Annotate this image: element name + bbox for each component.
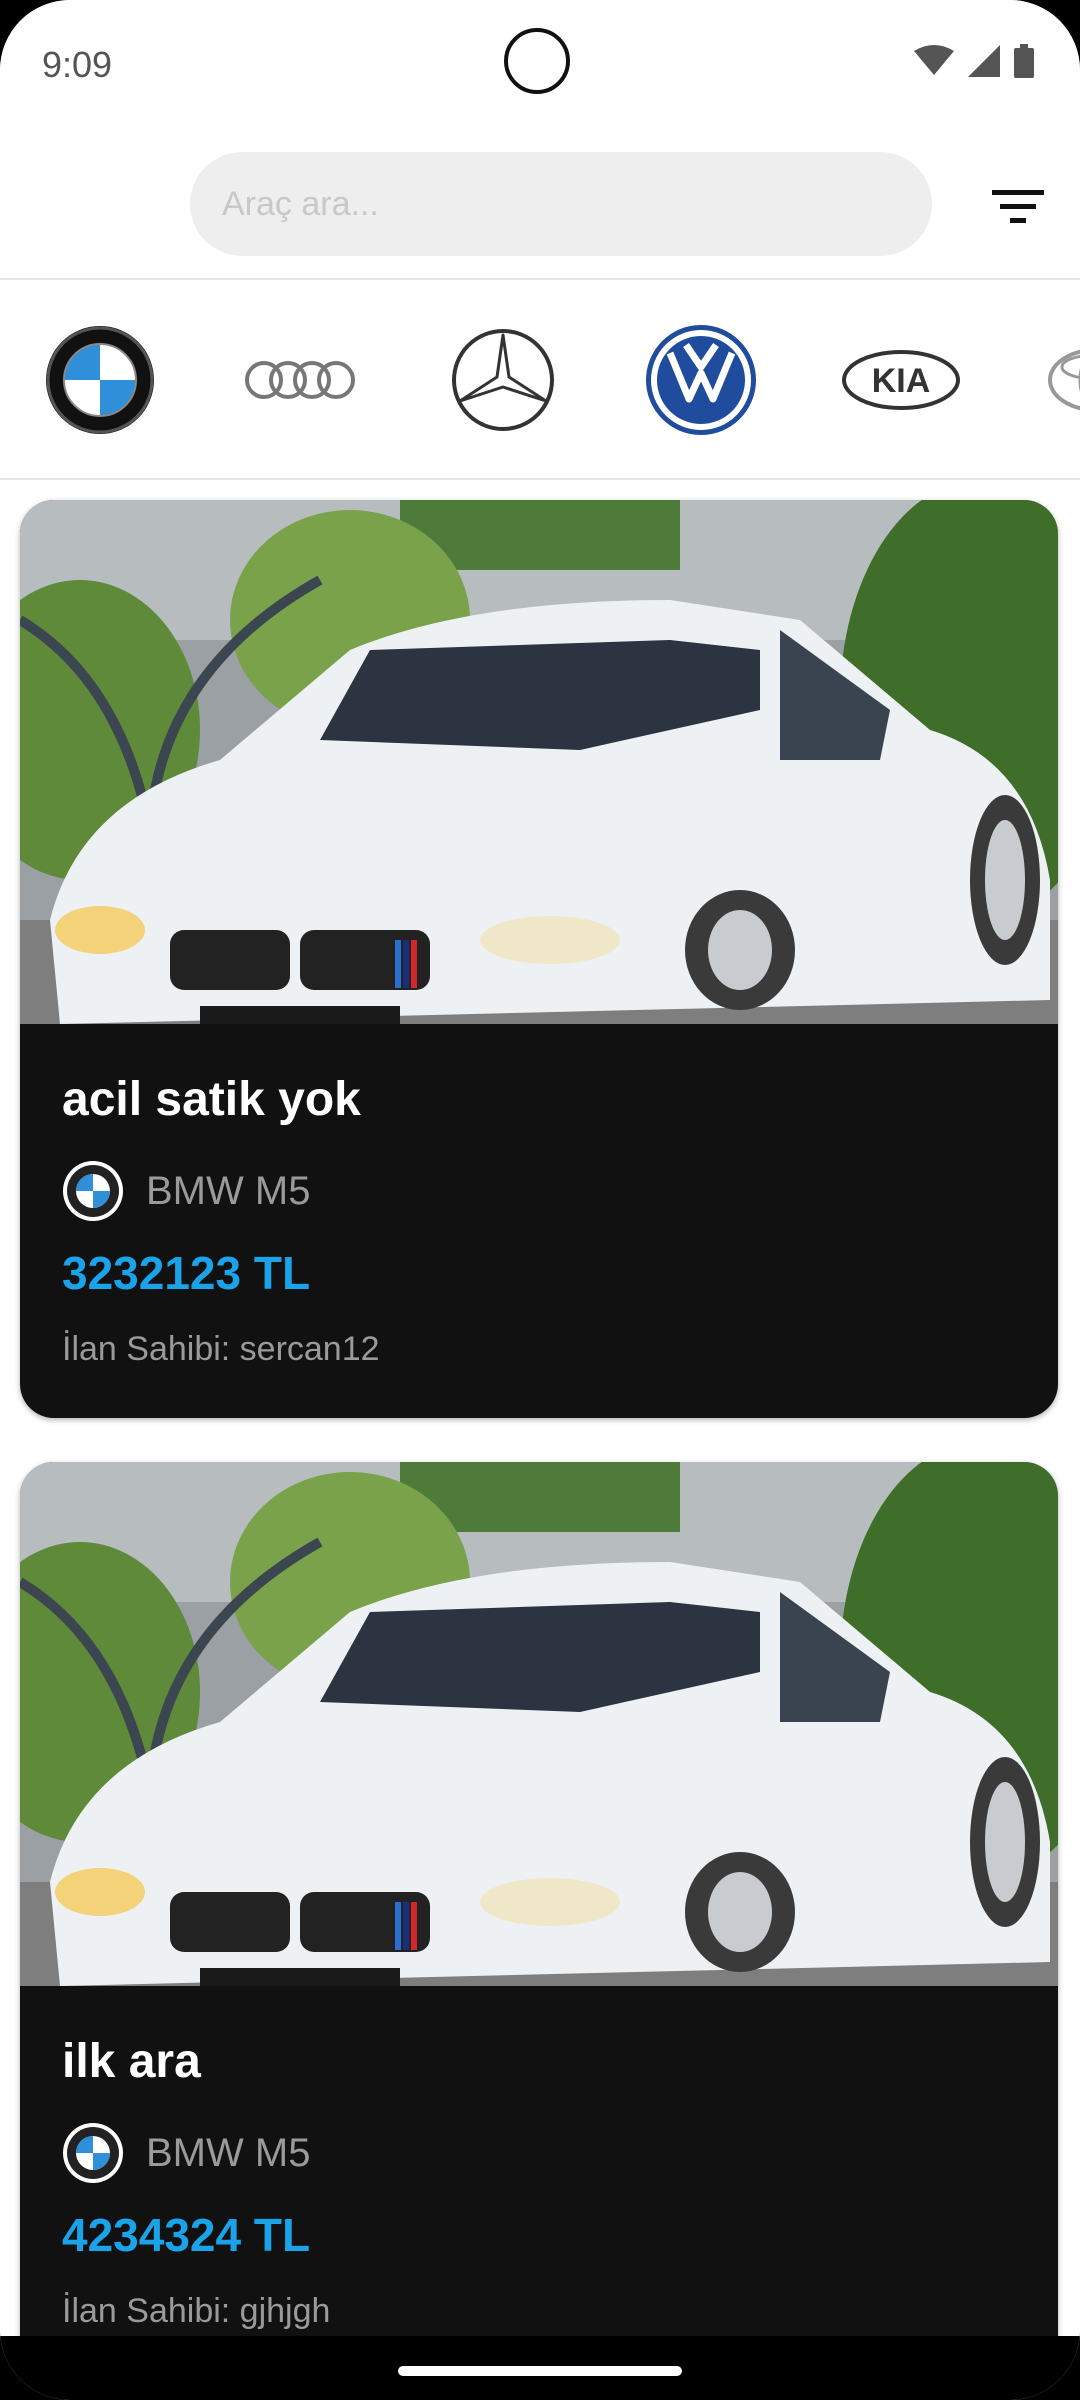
- home-indicator[interactable]: [398, 2366, 682, 2376]
- listing-info: ilk ara BMW M5 4234324 TL İlan Sahibi: g…: [20, 1986, 1058, 2380]
- listing-title: acil satik yok: [62, 1073, 361, 1126]
- listing-owner: İlan Sahibi: sercan12: [62, 1330, 380, 1368]
- audi-logo-icon: [245, 361, 355, 399]
- car-photo: [20, 1462, 1058, 1986]
- bmw-logo-icon: [63, 2123, 123, 2183]
- brand-audi[interactable]: [240, 320, 360, 440]
- status-bar: 9:09: [0, 0, 1080, 130]
- filter-icon[interactable]: [990, 184, 1046, 228]
- model-row: BMW M5: [62, 1160, 310, 1222]
- brand-bmw[interactable]: [42, 320, 158, 440]
- listing-price: 4234324 TL: [62, 2209, 311, 2261]
- status-icons: [914, 44, 1034, 78]
- brand-kia[interactable]: KIA: [840, 320, 962, 440]
- listing-card[interactable]: ilk ara BMW M5 4234324 TL İlan Sahibi: g…: [20, 1462, 1058, 2380]
- listing-card[interactable]: acil satik yok BMW M5 3232123 TL İlan Sa…: [20, 500, 1058, 1418]
- listing-model: BMW M5: [146, 1168, 311, 1213]
- search-bar[interactable]: [190, 152, 932, 256]
- brand-volkswagen[interactable]: [642, 320, 760, 440]
- car-photo: [20, 500, 1058, 1024]
- bmw-logo-icon: [46, 326, 154, 434]
- volkswagen-logo-icon: [646, 325, 756, 435]
- signal-icon: [968, 45, 1000, 77]
- status-time: 9:09: [42, 44, 113, 85]
- front-camera: [504, 28, 570, 94]
- brand-filter-row: KIA: [0, 280, 1080, 480]
- phone-screen: 9:09 Araç ara... KIA acil satik yok BMW …: [0, 0, 1080, 2400]
- listing-feed: acil satik yok BMW M5 3232123 TL İlan Sa…: [0, 480, 1080, 2380]
- wifi-icon: [914, 45, 954, 75]
- kia-logo-icon: KIA: [842, 350, 960, 410]
- listing-model: BMW M5: [146, 2130, 311, 2175]
- model-row: BMW M5: [62, 2122, 310, 2184]
- battery-icon: [1014, 44, 1034, 78]
- toyota-logo-icon: [1048, 349, 1080, 411]
- listing-info: acil satik yok BMW M5 3232123 TL İlan Sa…: [20, 1024, 1058, 1418]
- search-input[interactable]: [190, 152, 932, 256]
- top-bar: [0, 130, 1080, 280]
- mercedes-logo-icon: [452, 329, 554, 431]
- kia-logo-text: KIA: [872, 362, 931, 400]
- bmw-logo-icon: [63, 1161, 123, 1221]
- listing-owner: İlan Sahibi: gjhjgh: [62, 2292, 331, 2330]
- brand-mercedes[interactable]: [448, 320, 558, 440]
- listing-title: ilk ara: [62, 2035, 201, 2088]
- listing-price: 3232123 TL: [62, 1247, 311, 1299]
- brand-toyota[interactable]: [1046, 320, 1080, 440]
